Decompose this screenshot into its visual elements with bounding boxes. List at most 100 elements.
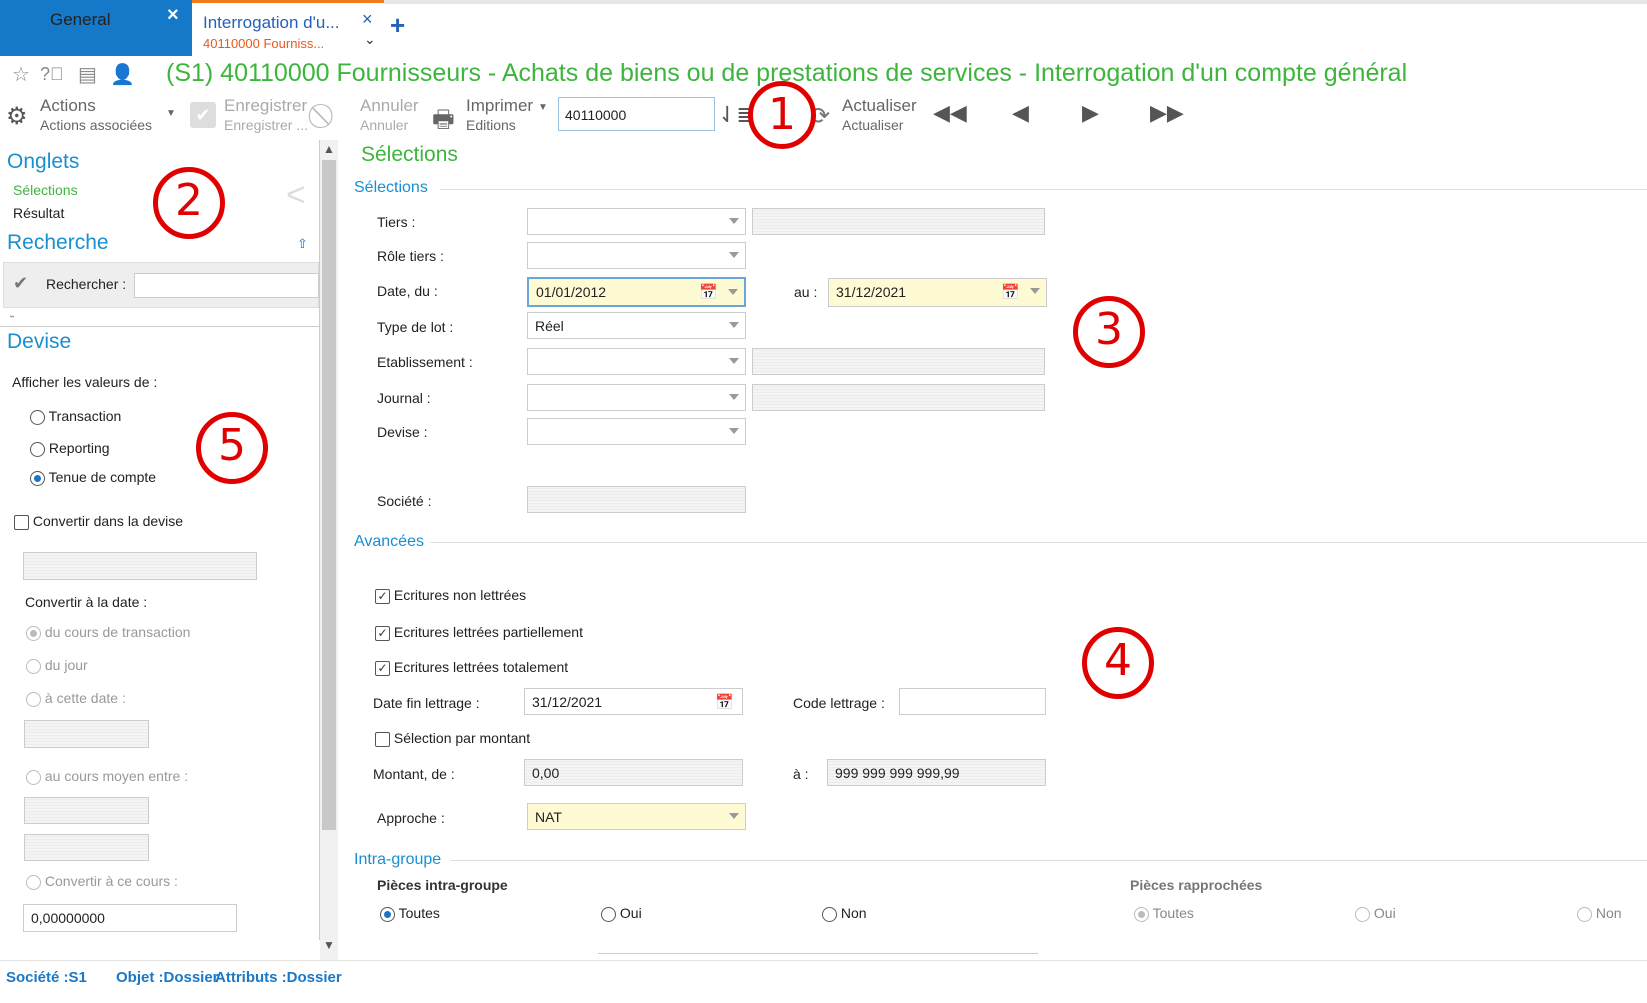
expand-icon[interactable]: ˵ bbox=[10, 308, 14, 322]
annotation-3: 3 bbox=[1073, 296, 1145, 368]
group-intra: Intra-groupe bbox=[354, 851, 448, 869]
tab-interrogation[interactable]: Interrogation d'u... 40110000 Fourniss..… bbox=[192, 0, 384, 56]
code-lettrage-input[interactable] bbox=[899, 688, 1046, 715]
radio-button[interactable] bbox=[30, 409, 45, 425]
checkbox-selection-montant[interactable]: Sélection par montant bbox=[375, 730, 530, 747]
type-lot-label: Type de lot : bbox=[377, 319, 454, 335]
tab-general[interactable]: General × bbox=[0, 0, 192, 56]
checkbox[interactable]: ✓ bbox=[375, 660, 390, 676]
cours-field[interactable]: 0,00000000 bbox=[23, 904, 237, 932]
radio-intra-oui[interactable]: Oui bbox=[601, 905, 642, 922]
star-icon[interactable]: ☆ bbox=[12, 62, 30, 87]
arrow-up-icon[interactable]: ⇧ bbox=[297, 236, 308, 252]
collapse-arrow-icon[interactable]: < bbox=[286, 176, 306, 215]
approche-label: Approche : bbox=[377, 810, 445, 826]
dropdown-icon: ▼ bbox=[166, 108, 176, 119]
dropdown-icon[interactable] bbox=[728, 289, 738, 295]
last-record-icon[interactable]: ▶▶ bbox=[1150, 100, 1184, 126]
recherche-heading: Recherche bbox=[7, 231, 109, 254]
calendar-icon[interactable]: 📅 bbox=[715, 693, 734, 711]
cancel-button[interactable]: ⃠ Annuler Annuler bbox=[326, 96, 426, 136]
previous-record-icon[interactable]: ◀ bbox=[1012, 100, 1029, 126]
radio-button[interactable] bbox=[30, 470, 45, 486]
close-icon[interactable]: × bbox=[167, 4, 179, 27]
tiers-select[interactable] bbox=[527, 208, 746, 235]
checkbox-non-lettrees[interactable]: ✓ Ecritures non lettrées bbox=[375, 587, 526, 604]
group-selections: Sélections bbox=[354, 179, 434, 197]
onglet-resultat[interactable]: Résultat bbox=[13, 205, 64, 221]
montant-a-label: à : bbox=[793, 766, 809, 782]
radio-button bbox=[1577, 906, 1592, 922]
search-input[interactable] bbox=[134, 273, 319, 298]
refresh-button[interactable]: ⟳ Actualiser Actualiser bbox=[810, 96, 930, 136]
sort-button[interactable]: ⇃≣ bbox=[718, 96, 755, 136]
journal-label: Journal : bbox=[377, 390, 431, 406]
radio-button[interactable] bbox=[380, 906, 395, 922]
scroll-up-icon[interactable]: ▲ bbox=[323, 142, 335, 156]
calendar-icon[interactable]: 📅 bbox=[699, 283, 718, 301]
status-objet: Objet :Dossier bbox=[116, 969, 219, 986]
devise-heading: Devise bbox=[7, 330, 72, 353]
checkbox-lettrees-totalement[interactable]: ✓ Ecritures lettrées totalement bbox=[375, 659, 568, 676]
radio-reporting[interactable]: Reporting bbox=[30, 440, 110, 457]
radio-button bbox=[1355, 906, 1370, 922]
onglets-heading: Onglets bbox=[7, 150, 80, 173]
radio-button[interactable] bbox=[601, 906, 616, 922]
checkbox-lettrees-partiellement[interactable]: ✓ Ecritures lettrées partiellement bbox=[375, 624, 583, 641]
journal-select[interactable] bbox=[527, 384, 746, 411]
radio-button[interactable] bbox=[822, 906, 837, 922]
add-tab-button[interactable]: + bbox=[390, 10, 405, 41]
type-lot-select[interactable]: Réel bbox=[527, 312, 746, 339]
status-societe: Société :S1 bbox=[6, 969, 87, 986]
radio-tenue-compte[interactable]: Tenue de compte bbox=[30, 469, 156, 486]
checkbox[interactable]: ✓ bbox=[375, 625, 390, 641]
radio-button[interactable] bbox=[30, 441, 45, 457]
divider bbox=[430, 542, 1647, 543]
left-scrollbar-thumb[interactable] bbox=[322, 160, 336, 830]
radio-transaction[interactable]: Transaction bbox=[30, 408, 121, 425]
close-icon[interactable]: × bbox=[362, 9, 373, 30]
status-bar: Société :S1 Objet :Dossier Attributs :Do… bbox=[0, 960, 1647, 1003]
scroll-down-icon[interactable]: ▼ bbox=[323, 938, 335, 952]
role-tiers-select[interactable] bbox=[527, 242, 746, 269]
tab-general-label: General bbox=[50, 10, 111, 29]
tab-interrogation-sublabel: 40110000 Fourniss... bbox=[203, 36, 325, 51]
radio-cours-transaction: du cours de transaction bbox=[26, 624, 190, 641]
radio-intra-non[interactable]: Non bbox=[822, 905, 867, 922]
date-au-label: au : bbox=[794, 284, 818, 300]
clipboard-icon[interactable]: ▤ bbox=[78, 62, 97, 87]
next-record-icon[interactable]: ▶ bbox=[1082, 100, 1099, 126]
journal-description bbox=[752, 384, 1045, 411]
pieces-rapprochees-label: Pièces rapprochées bbox=[1130, 877, 1263, 893]
date-fin-lettrage-input[interactable]: 31/12/2021 📅 bbox=[524, 688, 743, 715]
help-icon[interactable]: ?⃝ bbox=[40, 64, 64, 85]
checkbox-convertir[interactable]: Convertir dans la devise bbox=[14, 513, 183, 530]
print-button[interactable]: 🖶 Imprimer ▼ Editions bbox=[432, 96, 552, 136]
save-button[interactable]: ✔ Enregistrer Enregistrer ... bbox=[190, 96, 320, 136]
checkbox[interactable] bbox=[14, 514, 29, 530]
date-au-input[interactable]: 31/12/2021 📅 bbox=[828, 278, 1047, 307]
divider bbox=[450, 860, 1647, 861]
date-du-input[interactable]: 01/01/2012 📅 bbox=[527, 277, 746, 307]
calendar-icon[interactable]: 📅 bbox=[1001, 283, 1020, 301]
first-record-icon[interactable]: ◀◀ bbox=[933, 100, 967, 126]
checkbox[interactable]: ✓ bbox=[375, 588, 390, 604]
date-field bbox=[24, 720, 149, 748]
devise-select[interactable] bbox=[527, 418, 746, 445]
radio-rapp-oui: Oui bbox=[1355, 905, 1396, 922]
dropdown-icon[interactable] bbox=[1030, 288, 1040, 294]
montant-de-label: Montant, de : bbox=[373, 766, 455, 782]
check-icon: ✔ bbox=[190, 102, 216, 128]
chevron-down-icon[interactable]: ⌄ bbox=[364, 31, 376, 48]
radio-intra-toutes[interactable]: Toutes bbox=[380, 905, 440, 922]
checkbox[interactable] bbox=[375, 731, 390, 747]
onglet-selections[interactable]: Sélections bbox=[13, 182, 78, 198]
approche-select[interactable]: NAT bbox=[527, 803, 746, 830]
etablissement-select[interactable] bbox=[527, 348, 746, 375]
user-icon[interactable]: 👤 bbox=[110, 62, 135, 87]
annotation-2: 2 bbox=[153, 167, 225, 239]
actions-button[interactable]: ⚙ Actions Actions associées ▼ bbox=[6, 96, 176, 136]
account-input[interactable]: 40110000 bbox=[558, 97, 715, 131]
radio-cette-date: à cette date : bbox=[26, 690, 126, 707]
left-panel: Onglets Sélections Résultat Recherche ⇧ … bbox=[0, 140, 320, 940]
